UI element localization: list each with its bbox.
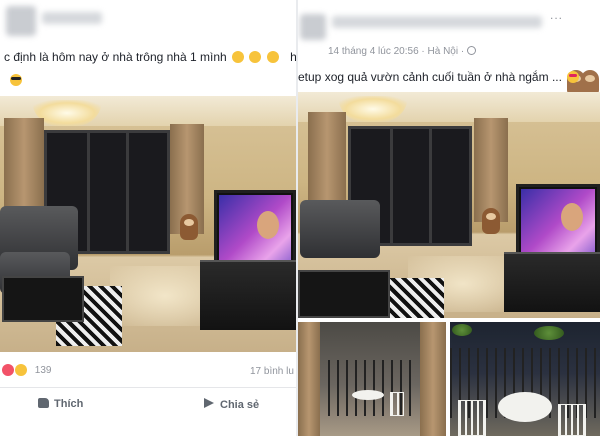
curtain-right [474, 118, 508, 222]
hanging-plant [452, 324, 472, 336]
post-timestamp[interactable]: 14 tháng 4 lúc 20:56 · Hà Nội · [328, 46, 477, 57]
post-text: etup xog quả vườn cảnh cuối tuần ở nhà n… [298, 70, 600, 96]
share-button[interactable]: Chia sẻ [204, 398, 259, 411]
sunglasses-emoji-icon [10, 74, 22, 86]
garden-chair [390, 392, 404, 416]
expressionless-emoji-icon [249, 51, 262, 63]
post-photo-balcony-night[interactable] [450, 322, 600, 436]
post-text-line-1-tail: hay [290, 50, 296, 64]
coffee-table [2, 276, 84, 322]
post-photo-living-room[interactable] [0, 96, 296, 352]
share-label: Chia sẻ [220, 399, 260, 411]
zebra-rug [384, 278, 444, 318]
tv-cabinet [504, 252, 600, 312]
timestamp-text: 14 tháng 4 lúc 20:56 · Hà Nội · [328, 46, 465, 57]
haha-reaction-icon [15, 364, 27, 376]
post-text-line-1: c định là hôm nay ở nhà trông nhà 1 mình [4, 50, 227, 64]
reaction-summary[interactable]: 139 [2, 364, 51, 376]
share-arrow-icon [204, 398, 214, 408]
monkey-plush-toy [482, 208, 500, 234]
facebook-post-right: ... 14 tháng 4 lúc 20:56 · Hà Nội · etup… [298, 0, 600, 436]
post-text-line-2 [8, 73, 22, 87]
recliner-sofa [300, 200, 380, 258]
thumbs-up-icon [38, 398, 49, 408]
post-photo-living-room[interactable] [298, 92, 600, 318]
hanging-plant [534, 326, 564, 340]
garden-chair [458, 400, 486, 436]
facebook-post-left: c định là hôm nay ở nhà trông nhà 1 mình… [0, 0, 296, 436]
love-reaction-icon [2, 364, 14, 376]
garden-table [498, 392, 552, 422]
globe-icon [467, 46, 477, 55]
balcony-railing [328, 360, 418, 416]
curtain-right [420, 322, 446, 436]
action-bar-divider [0, 387, 296, 388]
like-button[interactable]: Thích [38, 398, 83, 410]
author-avatar-blurred[interactable] [300, 14, 326, 40]
tv-person [561, 203, 583, 231]
garden-chair [558, 404, 586, 436]
comment-count[interactable]: 17 bình lu [250, 366, 294, 377]
post-text: c định là hôm nay ở nhà trông nhà 1 mình… [4, 50, 296, 64]
post-photo-balcony-day[interactable] [298, 322, 446, 436]
reaction-count: 139 [34, 365, 52, 376]
post-text-content: etup xog quả vườn cảnh cuối tuần ở nhà n… [298, 70, 562, 84]
author-avatar-blurred[interactable] [6, 6, 36, 36]
like-label: Thích [54, 398, 84, 410]
curtain-left [298, 322, 320, 436]
expressionless-emoji-icon [266, 51, 279, 63]
monkey-plush-toy [180, 214, 198, 240]
tv-person [257, 211, 279, 239]
tv-cabinet [200, 260, 296, 330]
author-name-blurred[interactable] [332, 16, 542, 28]
expressionless-emoji-icon [232, 51, 245, 63]
garden-table [352, 390, 384, 400]
post-options-icon[interactable]: ... [550, 8, 563, 22]
coffee-table [298, 270, 390, 318]
author-name-blurred[interactable] [42, 12, 102, 24]
